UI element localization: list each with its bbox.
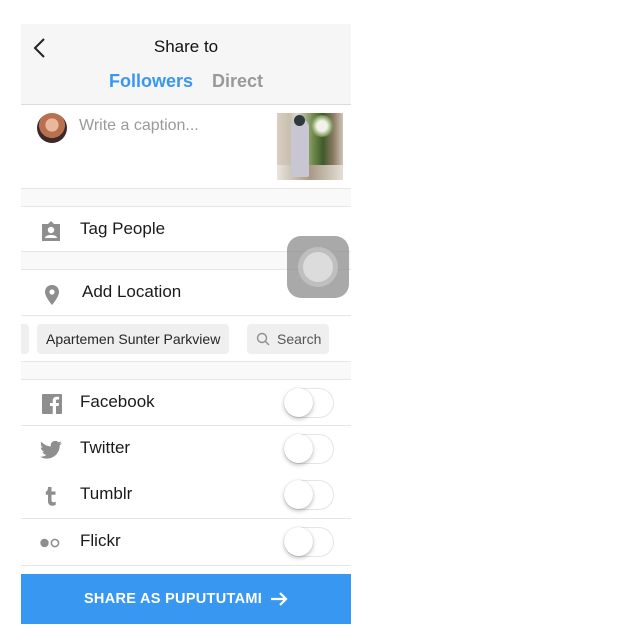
- section-gap: [21, 189, 351, 206]
- page-title: Share to: [153, 37, 219, 56]
- tag-people-label: Tag People: [80, 219, 166, 238]
- arrow-right-icon: [271, 592, 288, 606]
- tumblr-icon: [45, 487, 56, 506]
- assistive-touch-button[interactable]: [287, 236, 349, 298]
- tumblr-toggle[interactable]: [284, 480, 334, 510]
- search-icon: [256, 332, 270, 346]
- toggle-knob: [284, 480, 313, 509]
- tag-person-icon: [42, 221, 60, 241]
- location-pin-icon: [45, 285, 59, 305]
- caption-input[interactable]: [79, 113, 269, 139]
- toggle-knob: [284, 434, 313, 463]
- tumblr-label: Tumblr: [80, 484, 133, 503]
- toggle-knob: [284, 527, 313, 556]
- facebook-label: Facebook: [80, 392, 155, 411]
- location-chip[interactable]: Apartemen Sunter Parkview: [37, 324, 230, 354]
- share-button[interactable]: SHARE AS PUPUTUTAMI: [21, 574, 351, 624]
- social-row-twitter: Twitter: [21, 426, 351, 473]
- add-location-label: Add Location: [82, 282, 182, 301]
- facebook-icon: [42, 394, 62, 414]
- flickr-icon: [40, 538, 60, 548]
- location-suggestions: Apartemen Sunter Parkview Search: [21, 316, 351, 362]
- thumbnail-head: [294, 115, 305, 126]
- toggle-knob: [284, 388, 313, 417]
- social-row-tumblr: Tumblr: [21, 472, 351, 519]
- caption-row: [21, 105, 351, 189]
- assistive-ring-inner: [303, 252, 333, 282]
- search-label: Search: [277, 331, 322, 347]
- facebook-toggle[interactable]: [284, 388, 334, 418]
- thumbnail-flowers: [309, 115, 335, 137]
- share-screen: Share to Followers Direct Tag People A: [21, 24, 351, 624]
- scroll-fade: [327, 316, 351, 361]
- flickr-toggle[interactable]: [284, 527, 334, 557]
- avatar: [37, 113, 67, 143]
- share-tabs: Followers Direct: [21, 71, 351, 92]
- location-search-chip[interactable]: Search: [247, 324, 329, 354]
- thumbnail-figure: [291, 119, 309, 177]
- share-button-label: SHARE AS PUPUTUTAMI: [83, 591, 263, 607]
- social-row-facebook: Facebook: [21, 379, 351, 426]
- photo-thumbnail: [277, 113, 343, 180]
- header: Share to Followers Direct: [21, 24, 351, 105]
- flickr-label: Flickr: [80, 531, 121, 550]
- social-row-flickr: Flickr: [21, 519, 351, 566]
- twitter-icon: [40, 440, 62, 459]
- section-gap: [21, 362, 351, 379]
- tab-followers[interactable]: Followers: [109, 71, 193, 92]
- twitter-toggle[interactable]: [284, 434, 334, 464]
- tab-direct[interactable]: Direct: [212, 71, 263, 92]
- location-chip-partial[interactable]: [21, 324, 29, 354]
- twitter-label: Twitter: [80, 438, 131, 457]
- thumbnail-floor: [277, 165, 343, 180]
